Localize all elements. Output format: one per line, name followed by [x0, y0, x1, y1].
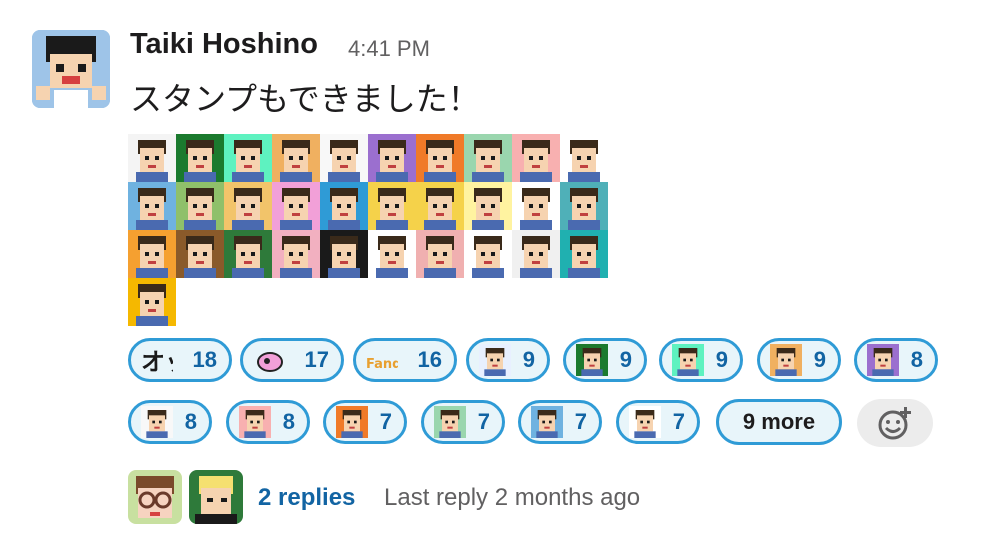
svg-text:Fandom: Fandom [366, 357, 398, 372]
reaction-pill[interactable]: 7 [518, 400, 602, 444]
author-avatar-illustration [32, 30, 110, 108]
reaction-count: 9 [813, 347, 826, 372]
author-avatar[interactable] [32, 30, 110, 108]
blond-face-icon [189, 470, 243, 524]
reaction-count: 16 [417, 347, 442, 372]
sticker-icon [512, 134, 560, 182]
reaction-pill[interactable]: Fandom 16 [353, 338, 457, 382]
message-text: スタンプもできました！ [130, 80, 480, 118]
sticker-icon [176, 134, 224, 182]
reaction-pill[interactable]: 8 [128, 400, 212, 444]
sticker-icon [368, 182, 416, 230]
add-reaction-button[interactable] [857, 399, 933, 447]
sticker-icon [128, 230, 176, 278]
sleeping-face-icon [141, 406, 173, 438]
reaction-pill[interactable]: 7 [616, 400, 700, 444]
reaction-count: 7 [574, 409, 587, 434]
sticker-icon [176, 230, 224, 278]
sticker-icon [224, 230, 272, 278]
otsu-text-icon: オッ [141, 344, 173, 376]
sticker-icon [416, 182, 464, 230]
pink-hair-icon [239, 406, 271, 438]
reaction-pill[interactable]: オッ 18 [128, 338, 232, 382]
pink-blob-icon [253, 344, 285, 376]
orange-face-icon [336, 406, 368, 438]
thread-last-reply: Last reply 2 months ago [384, 484, 641, 511]
sticker-icon [320, 134, 368, 182]
glasses-sketch-icon [629, 406, 661, 438]
reaction-count: 17 [304, 347, 329, 372]
reaction-pill[interactable]: 7 [323, 400, 407, 444]
reaction-count: 7 [672, 409, 685, 434]
reaction-pill[interactable]: 8 [226, 400, 310, 444]
sticker-icon [512, 182, 560, 230]
sticker-icon [416, 134, 464, 182]
blue-hair-icon [531, 406, 563, 438]
sticker-icon [464, 182, 512, 230]
message-timestamp[interactable]: 4:41 PM [348, 36, 430, 62]
reaction-count: 8 [282, 409, 295, 434]
orca-icon [672, 344, 704, 376]
sticker-icon [368, 134, 416, 182]
reaction-count: 9 [522, 347, 535, 372]
sticker-icon [416, 230, 464, 278]
reaction-count: 8 [184, 409, 197, 434]
svg-text:オッ: オッ [141, 348, 173, 376]
glasses-face-icon [128, 470, 182, 524]
add-reaction-icon [878, 407, 911, 440]
reaction-pill[interactable]: 9 [563, 338, 647, 382]
sticker-icon [320, 182, 368, 230]
sticker-icon [464, 134, 512, 182]
sticker-icon [128, 278, 176, 326]
author-name[interactable]: Taiki Hoshino [130, 28, 318, 61]
guitar-person-icon [770, 344, 802, 376]
computer-person-icon [434, 406, 466, 438]
sticker-icon [512, 230, 560, 278]
reaction-pill[interactable]: 8 [854, 338, 938, 382]
purple-blond-icon [867, 344, 899, 376]
fandom-text-icon: Fandom [366, 344, 398, 376]
sticker-icon [176, 182, 224, 230]
more-reactions-button[interactable]: 9 more [716, 399, 842, 445]
sticker-icon [272, 230, 320, 278]
reaction-pill[interactable]: 17 [240, 338, 344, 382]
sticker-icon [560, 134, 608, 182]
sticker-icon [128, 182, 176, 230]
reaction-count: 9 [619, 347, 632, 372]
sticker-icon [128, 134, 176, 182]
reply-avatar-1[interactable] [128, 470, 182, 524]
reaction-pill[interactable]: 9 [659, 338, 743, 382]
sticker-icon [560, 230, 608, 278]
reaction-count: 9 [715, 347, 728, 372]
sticker-icon [368, 230, 416, 278]
sticker-icon [320, 230, 368, 278]
reaction-count: 18 [192, 347, 217, 372]
reaction-pill[interactable]: 9 [757, 338, 841, 382]
sticker-icon [560, 182, 608, 230]
reaction-count: 7 [477, 409, 490, 434]
thread-replies-link[interactable]: 2 replies [258, 484, 355, 512]
reaction-count: 7 [379, 409, 392, 434]
reaction-pill[interactable]: 9 [466, 338, 550, 382]
sticker-icon [224, 134, 272, 182]
reply-avatar-2[interactable] [189, 470, 243, 524]
sticker-icon [272, 182, 320, 230]
sticker-icon [464, 230, 512, 278]
sticker-icon [224, 182, 272, 230]
sticker-icon [272, 134, 320, 182]
reaction-count: 8 [910, 347, 923, 372]
standing-person-icon [479, 344, 511, 376]
green-face-icon [576, 344, 608, 376]
reaction-pill[interactable]: 7 [421, 400, 505, 444]
